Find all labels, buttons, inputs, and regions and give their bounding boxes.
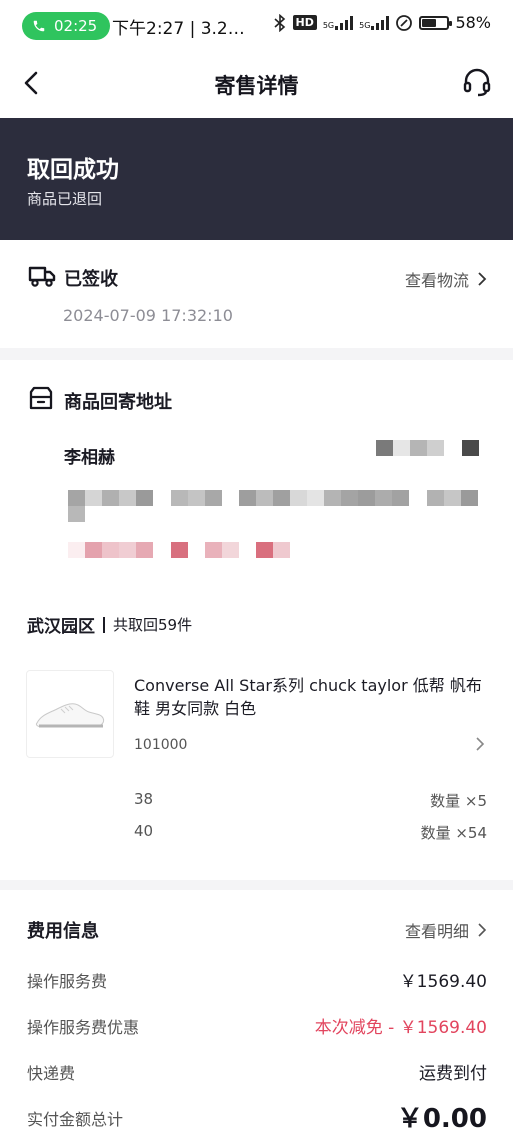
phone-icon xyxy=(33,20,45,32)
chevron-right-icon[interactable] xyxy=(473,735,487,753)
view-fee-details-label: 查看明细 xyxy=(404,922,469,941)
battery-icon xyxy=(419,15,453,30)
network-type-2: 5G xyxy=(359,20,371,30)
return-count: 共取回59件 xyxy=(113,616,193,634)
nav-bar: 寄售详情 xyxy=(0,50,513,118)
size-quantity: 数量 ×54 xyxy=(420,824,487,842)
view-logistics-label: 查看物流 xyxy=(404,271,469,290)
truck-icon xyxy=(28,266,56,287)
view-logistics-link[interactable]: 查看物流 xyxy=(405,267,487,291)
network-type-1: 5G xyxy=(322,20,335,30)
sneaker-image xyxy=(35,703,105,728)
link-icon xyxy=(396,14,413,31)
page-title: 寄售详情 xyxy=(214,74,299,98)
size-quantity: 数量 ×5 xyxy=(430,792,487,810)
chevron-right-icon xyxy=(478,272,487,286)
signal-bars-icon xyxy=(335,15,354,30)
package-icon xyxy=(29,386,53,410)
bluetooth-icon xyxy=(273,13,285,32)
total-amount: ￥0.00 xyxy=(396,1104,487,1134)
size-value: 40 xyxy=(134,822,154,840)
signal-2: 5G xyxy=(359,15,390,30)
product-image[interactable] xyxy=(26,670,114,758)
ongoing-call-pill[interactable]: 02:25 xyxy=(22,12,110,40)
product-code: 101000 xyxy=(134,737,188,753)
logistics-status: 已签收 xyxy=(64,269,118,290)
fee-label: 操作服务费 xyxy=(27,972,108,991)
headset-icon[interactable] xyxy=(461,66,493,98)
battery-text: 58% xyxy=(455,13,491,32)
return-address-title: 商品回寄地址 xyxy=(64,392,172,413)
warehouse-row: 武汉园区 共取回59件 xyxy=(27,612,192,637)
status-icons: HD 5G 5G 58% xyxy=(273,13,491,32)
logistics-card[interactable] xyxy=(0,240,513,348)
signal-bars-icon xyxy=(371,15,390,30)
chevron-right-icon xyxy=(478,923,487,937)
status-bar: 02:25 下午2:27 | 3.2… HD 5G 5G 58% xyxy=(0,0,513,50)
recipient-name: 李相赫 xyxy=(64,448,115,468)
status-banner: 取回成功 商品已退回 xyxy=(0,118,513,240)
banner-subtitle: 商品已退回 xyxy=(27,190,103,208)
fee-label: 快递费 xyxy=(27,1064,76,1083)
fee-title: 费用信息 xyxy=(27,921,99,942)
size-value: 38 xyxy=(134,790,154,808)
signal-1: 5G xyxy=(322,15,354,30)
hd-badge: HD xyxy=(292,15,317,30)
call-time: 02:25 xyxy=(54,17,98,35)
warehouse-name: 武汉园区 xyxy=(27,617,95,637)
fee-label: 操作服务费优惠 xyxy=(27,1018,140,1037)
status-time-text: 下午2:27 | 3.2… xyxy=(112,19,245,39)
divider xyxy=(103,616,105,633)
fee-label: 实付金额总计 xyxy=(27,1110,124,1129)
fee-discount-value: 本次减免 - ￥1569.40 xyxy=(314,1018,487,1038)
logistics-time: 2024-07-09 17:32:10 xyxy=(63,306,233,325)
fee-value: ￥1569.40 xyxy=(399,972,487,992)
banner-title: 取回成功 xyxy=(27,157,119,183)
view-fee-details-link[interactable]: 查看明细 xyxy=(405,918,487,942)
fee-value: 运费到付 xyxy=(419,1064,487,1084)
product-name[interactable]: Converse All Star系列 chuck taylor 低帮 帆布鞋 … xyxy=(134,674,494,720)
